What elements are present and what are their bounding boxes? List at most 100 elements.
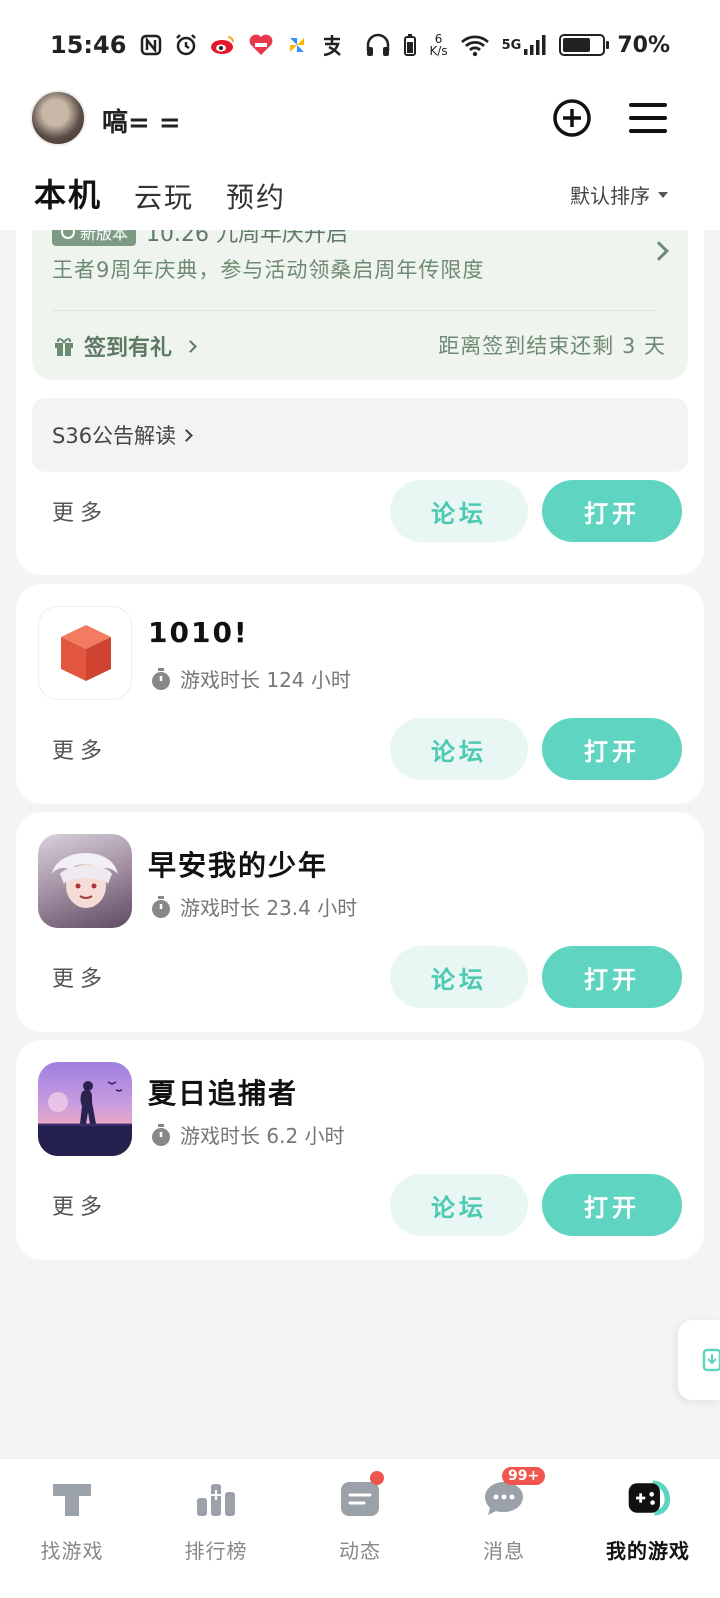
tab-cloud[interactable]: 云玩 (134, 176, 194, 216)
refresh-icon (61, 230, 75, 239)
open-button[interactable]: 打开 (542, 946, 682, 1008)
open-button[interactable]: 打开 (542, 480, 682, 542)
card-actions: 更多 论坛 打开 (16, 946, 704, 1008)
nav-label: 排行榜 (184, 1539, 248, 1563)
system-icons: 6 K/s 5G 70% (365, 33, 670, 58)
alarm-icon (174, 33, 198, 57)
chevron-right-icon (180, 428, 193, 442)
more-button[interactable]: 更多 (52, 733, 108, 765)
signin-link[interactable]: 签到有礼 (52, 330, 197, 362)
game-card[interactable]: 早安我的少年 游戏时长 23.4 小时 更多 论坛 打开 (16, 812, 704, 1032)
stopwatch-icon (152, 1123, 170, 1146)
forum-button[interactable]: 论坛 (390, 946, 528, 1008)
card-actions: 更多 论坛 打开 (16, 1174, 704, 1236)
avatar[interactable] (30, 90, 86, 146)
event-description: 王者9周年庆典，参与活动领桑启周年传限度 (52, 258, 485, 282)
game-card[interactable]: 1010! 游戏时长 124 小时 更多 论坛 打开 (16, 584, 704, 804)
sort-dropdown[interactable]: 默认排序 (570, 180, 668, 209)
cellular-icon: 5G (502, 34, 548, 56)
ranking-icon (193, 1475, 239, 1521)
nfc-icon (140, 34, 162, 56)
nav-feed[interactable]: 动态 (288, 1459, 432, 1598)
notification-dot (370, 1471, 384, 1485)
more-button[interactable]: 更多 (52, 961, 108, 993)
game-playtime: 游戏时长 6.2 小时 (150, 1120, 345, 1149)
notification-icons (140, 33, 344, 57)
tab-reserve[interactable]: 预约 (226, 176, 286, 216)
forum-button[interactable]: 论坛 (390, 718, 528, 780)
game-card[interactable]: 夏日追捕者 游戏时长 6.2 小时 更多 论坛 打开 (16, 1040, 704, 1260)
more-button[interactable]: 更多 (52, 1189, 108, 1221)
gift-icon (55, 338, 73, 356)
more-button[interactable]: 更多 (52, 495, 108, 527)
app-heart-icon (248, 33, 274, 57)
nav-ranking[interactable]: 排行榜 (144, 1459, 288, 1598)
hamburger-menu-icon (629, 103, 667, 133)
gamepad-icon (625, 1475, 671, 1521)
playtime-label: 游戏时长 124 小时 (180, 668, 351, 692)
forum-button[interactable]: 论坛 (390, 1174, 528, 1236)
game-icon-morning-boy (38, 834, 132, 928)
download-icon (702, 1348, 720, 1372)
weibo-icon (210, 34, 236, 56)
app-pinwheel-icon (286, 34, 308, 56)
open-button[interactable]: 打开 (542, 718, 682, 780)
event-banner[interactable]: 新版本 10.26 九周年庆开启 王者9周年庆典，参与活动领桑启周年传限度 签到… (32, 230, 688, 380)
red-cube-icon (61, 625, 111, 681)
floating-side-tab[interactable] (678, 1320, 720, 1400)
game-playtime: 游戏时长 124 小时 (150, 664, 351, 693)
version-badge: 新版本 (52, 230, 137, 246)
game-card-featured: 新版本 10.26 九周年庆开启 王者9周年庆典，参与活动领桑启周年传限度 签到… (16, 230, 704, 575)
nav-label: 动态 (339, 1539, 381, 1563)
game-icon-1010 (38, 606, 132, 700)
nav-messages[interactable]: 99+ 消息 (432, 1459, 576, 1598)
signin-remaining: 距离签到结束还剩 3 天 (438, 334, 666, 358)
headphones-icon (365, 33, 391, 57)
caret-down-icon (658, 191, 668, 198)
bottom-nav: 找游戏 排行榜 动态 99+ 消息 我的游戏 (0, 1458, 720, 1598)
nav-label: 消息 (483, 1539, 525, 1563)
playtime-label: 游戏时长 23.4 小时 (180, 896, 358, 920)
battery-icon (559, 34, 610, 56)
wifi-icon (460, 33, 490, 57)
event-header: 新版本 10.26 九周年庆开启 (52, 230, 348, 248)
game-name: 早安我的少年 (148, 849, 329, 882)
card-actions: 更多 论坛 打开 (16, 718, 704, 780)
headphone-battery-icon (403, 33, 417, 57)
add-button[interactable] (550, 96, 594, 140)
forum-button[interactable]: 论坛 (390, 480, 528, 542)
notice-label: S36公告解读 (52, 424, 177, 448)
chevron-right-icon (649, 241, 669, 261)
nav-find-games[interactable]: 找游戏 (0, 1459, 144, 1598)
game-name: 夏日追捕者 (148, 1077, 299, 1110)
battery-percent: 70% (617, 32, 670, 58)
alipay-icon (320, 33, 344, 57)
game-playtime: 游戏时长 23.4 小时 (150, 892, 357, 921)
stopwatch-icon (152, 667, 170, 690)
tab-bar: 本机 云玩 预约 (29, 170, 286, 216)
version-badge-label: 新版本 (80, 230, 129, 243)
nav-my-games[interactable]: 我的游戏 (576, 1459, 720, 1598)
header: 嗃= = 本机 云玩 预约 默认排序 (0, 90, 720, 230)
chevron-right-icon (184, 339, 197, 353)
game-name: 1010! (148, 616, 249, 649)
network-type: 5G (501, 37, 522, 53)
game-list[interactable]: 新版本 10.26 九周年庆开启 王者9周年庆典，参与活动领桑启周年传限度 签到… (0, 230, 720, 1485)
card-actions: 更多 论坛 打开 (16, 480, 704, 542)
stopwatch-icon (152, 895, 170, 918)
signin-label: 签到有礼 (84, 336, 173, 361)
open-button[interactable]: 打开 (542, 1174, 682, 1236)
divider (52, 310, 658, 311)
playtime-label: 游戏时长 6.2 小时 (180, 1124, 345, 1148)
controller-t-icon (49, 1475, 95, 1521)
nav-label: 找游戏 (40, 1539, 104, 1563)
notice-link[interactable]: S36公告解读 (32, 398, 688, 472)
tab-local[interactable]: 本机 (29, 170, 107, 216)
username: 嗃= = (102, 108, 181, 138)
net-speed: 6 K/s (429, 33, 447, 57)
menu-button[interactable] (626, 96, 670, 140)
message-badge: 99+ (502, 1467, 546, 1485)
game-icon-summer-chaser (38, 1062, 132, 1156)
anime-character-icon (52, 852, 118, 908)
status-bar: 15:46 6 K/s 5G 70% (0, 0, 720, 90)
